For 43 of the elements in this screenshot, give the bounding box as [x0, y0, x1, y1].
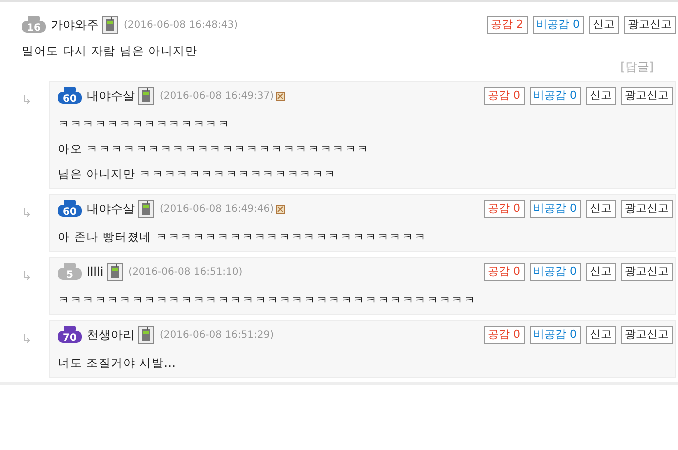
like-button[interactable]: 공감 0	[484, 87, 524, 105]
reply-arrow: ↳	[22, 331, 34, 348]
ad-report-button[interactable]: 광고신고	[624, 16, 676, 34]
report-button[interactable]: 신고	[586, 263, 616, 281]
reply-text: 아 존나 빵터졌네 ㅋㅋㅋㅋㅋㅋㅋㅋㅋㅋㅋㅋㅋㅋㅋㅋㅋㅋㅋㅋㅋㅋ	[58, 230, 428, 245]
timestamp: (2016-06-08 16:51:10)	[128, 266, 243, 278]
reply-arrow: ↳	[22, 92, 34, 109]
dislike-button[interactable]: 비공감 0	[532, 16, 584, 34]
report-button[interactable]: 신고	[586, 326, 616, 344]
like-button[interactable]: 공감 0	[484, 263, 524, 281]
ad-report-button[interactable]: 광고신고	[621, 263, 673, 281]
reply-text: 아오 ㅋㅋㅋㅋㅋㅋㅋㅋㅋㅋㅋㅋㅋㅋㅋㅋㅋㅋㅋㅋㅋㅋㅋ	[58, 142, 370, 157]
like-button[interactable]: 공감 2	[487, 16, 528, 34]
reply-text: 너도 조질거야 시발...	[58, 356, 178, 371]
timestamp: (2016-06-08 16:49:37)	[160, 90, 274, 102]
author-name[interactable]: lllli	[87, 265, 104, 279]
reply-arrow: ↳	[22, 268, 34, 285]
dislike-button[interactable]: 비공감 0	[530, 200, 581, 218]
report-button[interactable]: 신고	[586, 200, 616, 218]
reply-text: ㅋㅋㅋㅋㅋㅋㅋㅋㅋㅋㅋㅋㅋㅋ	[58, 117, 232, 132]
author-name[interactable]: 가야와주	[51, 16, 99, 34]
reply-arrow: ↳	[22, 205, 34, 222]
dislike-button[interactable]: 비공감 0	[530, 263, 581, 281]
timestamp: (2016-06-08 16:51:29)	[160, 330, 274, 340]
like-button[interactable]: 공감 0	[484, 200, 524, 218]
author-name[interactable]: 내야수살	[87, 200, 135, 218]
ad-report-button[interactable]: 광고신고	[621, 326, 673, 344]
dislike-button[interactable]: 비공감 0	[530, 87, 581, 105]
report-button[interactable]: 신고	[586, 87, 616, 105]
author-name[interactable]: 천생아리	[87, 326, 135, 344]
author-name[interactable]: 내야수살	[87, 88, 135, 104]
delete-icon[interactable]	[276, 204, 286, 214]
timestamp: (2016-06-08 16:48:43)	[124, 20, 238, 30]
dislike-button[interactable]: 비공감 0	[530, 326, 581, 344]
comment-text: 밀어도 다시 자람 님은 아니지만	[22, 44, 199, 59]
report-button[interactable]: 신고	[589, 16, 619, 34]
reply-text: ㅋㅋㅋㅋㅋㅋㅋㅋㅋㅋㅋㅋㅋㅋㅋㅋㅋㅋㅋㅋㅋㅋㅋㅋㅋㅋㅋㅋㅋㅋㅋㅋㅋㅋ	[58, 293, 478, 308]
ad-report-button[interactable]: 광고신고	[621, 87, 673, 105]
delete-icon[interactable]	[276, 92, 286, 100]
reply-text: 님은 아니지만 ㅋㅋㅋㅋㅋㅋㅋㅋㅋㅋㅋㅋㅋㅋㅋㅋ	[58, 167, 338, 182]
like-button[interactable]: 공감 0	[484, 326, 524, 344]
timestamp: (2016-06-08 16:49:46)	[160, 204, 274, 214]
ad-report-button[interactable]: 광고신고	[621, 200, 673, 218]
